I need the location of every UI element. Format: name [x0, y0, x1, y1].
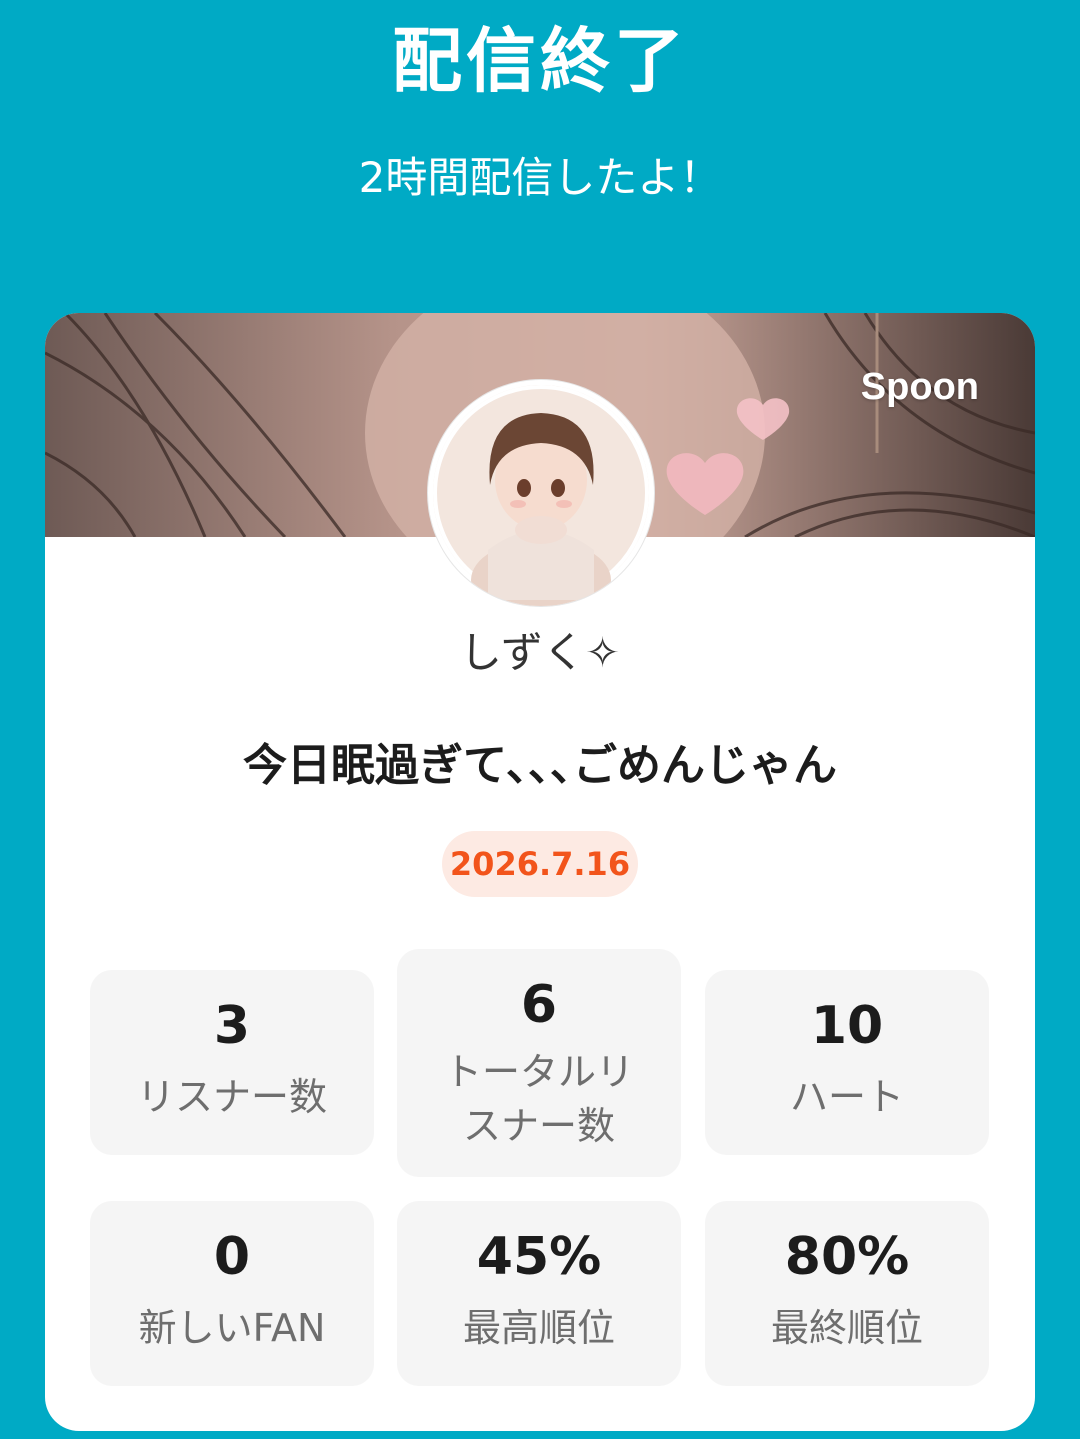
stat-value: 45% — [476, 1227, 602, 1287]
stat-label: 新しいFAN — [138, 1306, 326, 1350]
stat-hearts: 10 ハート — [705, 970, 989, 1155]
date-badge: 2026.7.16 — [442, 831, 638, 897]
stat-value: 0 — [213, 1227, 251, 1287]
live-title: 今日眠過ぎて､､､ごめんじゃん — [243, 740, 837, 791]
stat-value: 6 — [520, 975, 558, 1035]
spoon-logo: Spoon — [860, 366, 979, 408]
stat-listeners: 3 リスナー数 — [90, 970, 374, 1155]
stat-label: ハート — [789, 1075, 904, 1119]
broadcast-duration: 2時間配信したよ！ — [358, 153, 722, 202]
stat-total-listeners: 6 トータルリスナー数 — [397, 949, 681, 1177]
stat-value: 3 — [213, 996, 251, 1056]
live-summary-card: Spoon しずく✧ 今日眠過ぎて､､､ごめんじゃん 2026.7.16 3 リ… — [45, 313, 1035, 1431]
page-title: 配信終了 — [392, 20, 688, 102]
stat-label: 最終順位 — [770, 1306, 923, 1350]
stat-label: 最高順位 — [462, 1306, 615, 1350]
stat-best-rank: 45% 最高順位 — [397, 1201, 681, 1386]
stat-value: 10 — [810, 996, 884, 1056]
stat-final-rank: 80% 最終順位 — [705, 1201, 989, 1386]
stat-value: 80% — [784, 1227, 910, 1287]
stat-label: トータルリスナー数 — [443, 1050, 634, 1148]
stat-new-fans: 0 新しいFAN — [90, 1201, 374, 1386]
username: しずく✧ — [459, 628, 621, 677]
user-avatar — [428, 380, 654, 606]
stat-label: リスナー数 — [136, 1075, 327, 1119]
